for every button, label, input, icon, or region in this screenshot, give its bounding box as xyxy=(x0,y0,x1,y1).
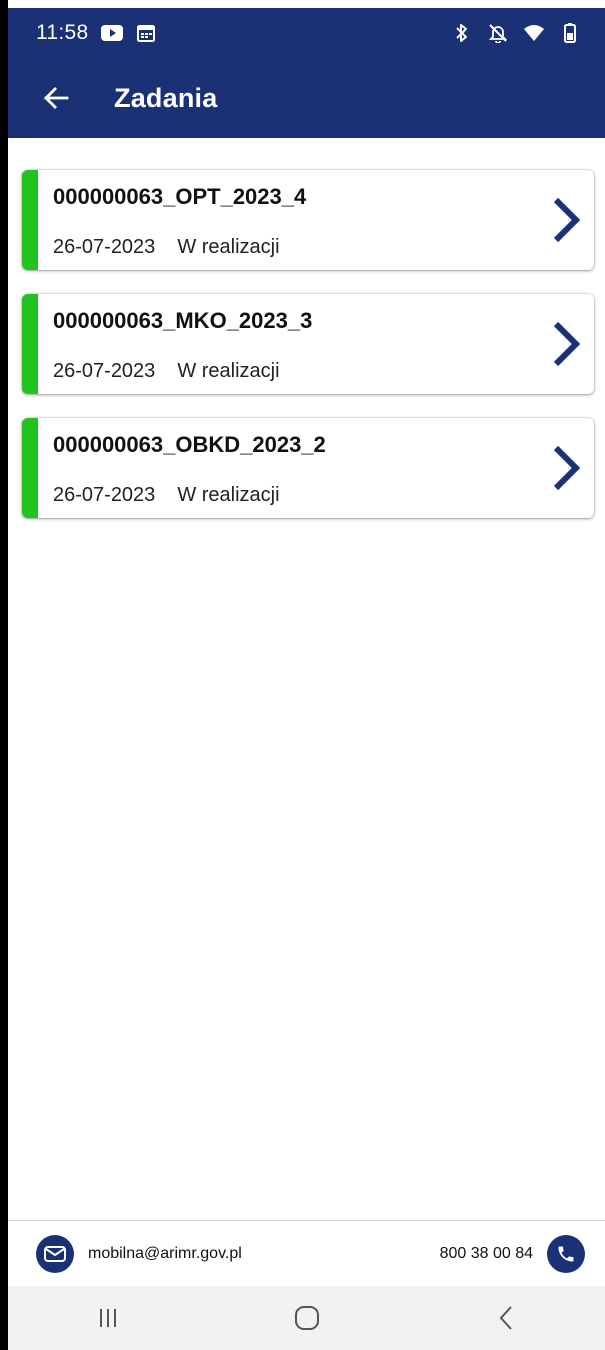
arrow-left-icon xyxy=(44,87,69,109)
system-nav-bar xyxy=(8,1286,605,1350)
page-title: Zadania xyxy=(114,82,218,113)
chevron-right-icon xyxy=(553,445,581,491)
task-date: 26-07-2023 xyxy=(53,236,156,258)
task-meta: 26-07-2023 W realizacji xyxy=(53,484,280,507)
home-icon xyxy=(294,1306,319,1330)
bluetooth-icon xyxy=(451,22,473,44)
app-bar: Zadania xyxy=(8,58,605,138)
calendar-icon xyxy=(135,22,157,44)
recent-apps-button[interactable] xyxy=(78,1293,138,1343)
status-accent-bar xyxy=(22,294,38,394)
task-list: 000000063_OPT_2023_4 26-07-2023 W realiz… xyxy=(22,170,594,542)
task-id: 000000063_MKO_2023_3 xyxy=(53,308,313,333)
contact-footer: mobilna@arimr.gov.pl 800 38 00 84 xyxy=(8,1220,605,1286)
task-date: 26-07-2023 xyxy=(53,360,156,382)
task-meta: 26-07-2023 W realizacji xyxy=(53,236,280,259)
notifications-off-icon xyxy=(487,22,509,44)
chevron-right-icon xyxy=(553,321,581,367)
wifi-icon xyxy=(523,22,545,44)
chevron-right-icon xyxy=(553,197,581,243)
system-back-button[interactable] xyxy=(476,1293,536,1343)
phone-number: 800 38 00 84 xyxy=(439,1244,533,1262)
back-icon xyxy=(499,1306,512,1330)
task-id: 000000063_OBKD_2023_2 xyxy=(53,432,326,457)
task-date: 26-07-2023 xyxy=(53,484,156,506)
mail-icon xyxy=(36,1234,74,1273)
task-card[interactable]: 000000063_MKO_2023_3 26-07-2023 W realiz… xyxy=(22,294,594,394)
home-button[interactable] xyxy=(277,1293,337,1343)
task-id: 000000063_OPT_2023_4 xyxy=(53,184,307,209)
task-status: W realizacji xyxy=(177,236,280,258)
task-meta: 26-07-2023 W realizacji xyxy=(53,360,280,383)
email-link[interactable]: mobilna@arimr.gov.pl xyxy=(36,1234,242,1273)
youtube-icon xyxy=(100,22,123,44)
task-card[interactable]: 000000063_OPT_2023_4 26-07-2023 W realiz… xyxy=(22,170,594,270)
recent-apps-icon xyxy=(99,1309,116,1327)
status-time: 11:58 xyxy=(36,21,89,44)
status-bar: 11:58 xyxy=(8,8,605,58)
status-accent-bar xyxy=(22,170,38,270)
email-address: mobilna@arimr.gov.pl xyxy=(88,1244,242,1262)
phone-icon xyxy=(547,1234,585,1273)
back-button[interactable] xyxy=(34,76,78,120)
battery-icon xyxy=(559,22,581,44)
task-status: W realizacji xyxy=(177,360,280,382)
task-card[interactable]: 000000063_OBKD_2023_2 26-07-2023 W reali… xyxy=(22,418,594,518)
phone-link[interactable]: 800 38 00 84 xyxy=(439,1234,585,1273)
task-status: W realizacji xyxy=(177,484,280,506)
status-accent-bar xyxy=(22,418,38,518)
